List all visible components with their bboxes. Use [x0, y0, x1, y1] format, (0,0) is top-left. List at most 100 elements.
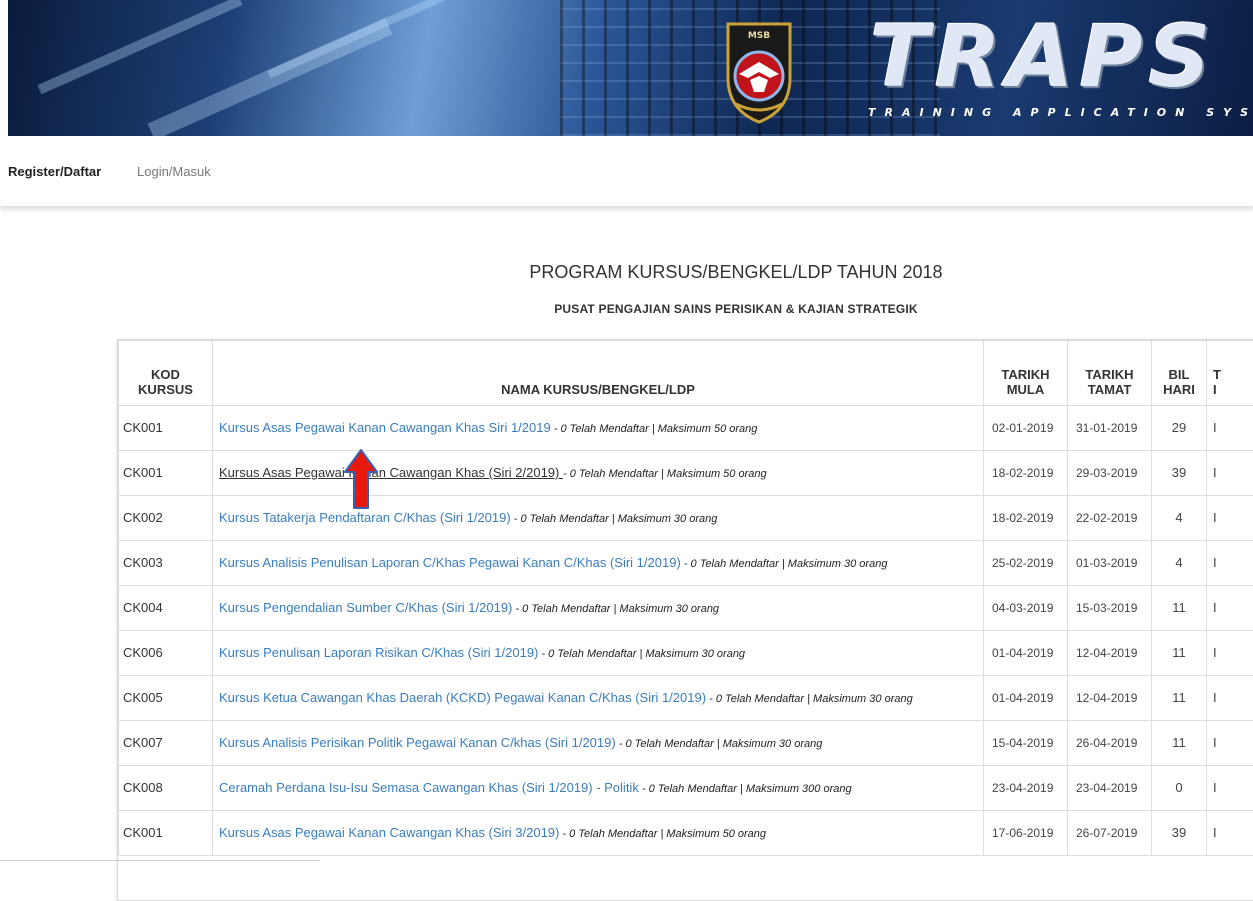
emblem-text: MSB: [748, 31, 770, 41]
course-registration-info: - 0 Telah Mendaftar | Maksimum 300 orang: [639, 783, 852, 795]
end-date: 15-03-2019: [1068, 586, 1152, 631]
course-name-cell: Kursus Asas Pegawai Kanan Cawangan Khas …: [213, 406, 984, 451]
end-date: 22-02-2019: [1068, 496, 1152, 541]
truncated-cell: I: [1207, 586, 1253, 631]
course-name-cell: Kursus Analisis Penulisan Laporan C/Khas…: [213, 541, 984, 586]
course-link[interactable]: Kursus Asas Pegawai Kanan Cawangan Khas …: [219, 420, 551, 435]
course-code: CK006: [119, 631, 213, 676]
course-name-cell: Ceramah Perdana Isu-Isu Semasa Cawangan …: [213, 766, 984, 811]
table-row: CK001Kursus Asas Pegawai Kanan Cawangan …: [119, 406, 1253, 451]
table-row: CK007Kursus Analisis Perisikan Politik P…: [119, 721, 1253, 766]
header-nama-kursus: NAMA KURSUS/BENGKEL/LDP: [213, 341, 984, 406]
table-row: CK005Kursus Ketua Cawangan Khas Daerah (…: [119, 676, 1253, 721]
table-row: CK001 Kursus Asas Pegawai Kanan Cawangan …: [119, 811, 1253, 856]
truncated-cell: I: [1207, 721, 1253, 766]
header-truncated: TI: [1207, 341, 1253, 406]
course-table-container: KODKURSUS NAMA KURSUS/BENGKEL/LDP TARIKH…: [117, 339, 1253, 901]
page-title: PROGRAM KURSUS/BENGKEL/LDP TAHUN 2018: [0, 262, 1253, 283]
day-count: 4: [1152, 496, 1207, 541]
start-date: 25-02-2019: [984, 541, 1068, 586]
start-date: 01-04-2019: [984, 676, 1068, 721]
course-link[interactable]: Ceramah Perdana Isu-Isu Semasa Cawangan …: [219, 780, 639, 795]
day-count: 11: [1152, 676, 1207, 721]
end-date: 12-04-2019: [1068, 676, 1152, 721]
table-row: CK004 Kursus Pengendalian Sumber C/Khas (…: [119, 586, 1253, 631]
table-row: CK008Ceramah Perdana Isu-Isu Semasa Cawa…: [119, 766, 1253, 811]
day-count: 11: [1152, 721, 1207, 766]
course-link[interactable]: Kursus Penulisan Laporan Risikan C/Khas …: [219, 645, 538, 660]
course-registration-info: - 0 Telah Mendaftar | Maksimum 30 orang: [681, 558, 888, 570]
end-date: 12-04-2019: [1068, 631, 1152, 676]
table-header-row: KODKURSUS NAMA KURSUS/BENGKEL/LDP TARIKH…: [119, 341, 1253, 406]
course-code: CK001: [119, 811, 213, 856]
course-link[interactable]: Kursus Ketua Cawangan Khas Daerah (KCKD)…: [219, 690, 706, 705]
msb-emblem-logo: MSB: [722, 18, 796, 126]
red-arrow-annotation: [343, 448, 379, 510]
truncated-cell: I: [1207, 766, 1253, 811]
course-link[interactable]: Kursus Analisis Perisikan Politik Pegawa…: [219, 735, 616, 750]
course-name-cell: Kursus Asas Pegawai Kanan Cawangan Khas …: [213, 451, 984, 496]
header-tarikh-mula: TARIKHMULA: [984, 341, 1068, 406]
course-registration-info: - 0 Telah Mendaftar | Maksimum 30 orang: [706, 693, 913, 705]
day-count: 4: [1152, 541, 1207, 586]
top-nav: Register/Daftar Login/Masuk: [0, 136, 1253, 207]
course-registration-info: - 0 Telah Mendaftar | Maksimum 30 orang: [512, 603, 719, 615]
start-date: 15-04-2019: [984, 721, 1068, 766]
header-tarikh-tamat: TARIKHTAMAT: [1068, 341, 1152, 406]
header-banner: MSB TRAPS TRAINING APPLICATION SYS: [0, 0, 1253, 136]
course-name-cell: Kursus Penulisan Laporan Risikan C/Khas …: [213, 631, 984, 676]
course-code: CK004: [119, 586, 213, 631]
start-date: 23-04-2019: [984, 766, 1068, 811]
header-kod-kursus: KODKURSUS: [119, 341, 213, 406]
start-date: 02-01-2019: [984, 406, 1068, 451]
course-link[interactable]: Kursus Asas Pegawai Kanan Cawangan Khas …: [219, 825, 559, 840]
course-registration-info: - 0 Telah Mendaftar | Maksimum 30 orang: [538, 648, 745, 660]
course-code: CK002: [119, 496, 213, 541]
course-code: CK003: [119, 541, 213, 586]
course-name-cell: Kursus Ketua Cawangan Khas Daerah (KCKD)…: [213, 676, 984, 721]
table-row: CK001 Kursus Asas Pegawai Kanan Cawangan …: [119, 451, 1253, 496]
course-table: KODKURSUS NAMA KURSUS/BENGKEL/LDP TARIKH…: [118, 340, 1253, 856]
page-subtitle: PUSAT PENGAJIAN SAINS PERISIKAN & KAJIAN…: [0, 302, 1253, 316]
truncated-cell: I: [1207, 631, 1253, 676]
table-row: CK002 Kursus Tatakerja Pendaftaran C/Khas…: [119, 496, 1253, 541]
end-date: 23-04-2019: [1068, 766, 1152, 811]
end-date: 26-07-2019: [1068, 811, 1152, 856]
register-link[interactable]: Register/Daftar: [8, 164, 101, 179]
course-link[interactable]: Kursus Tatakerja Pendaftaran C/Khas (Sir…: [219, 510, 511, 525]
banner-edge: [0, 0, 8, 136]
truncated-cell: I: [1207, 541, 1253, 586]
end-date: 31-01-2019: [1068, 406, 1152, 451]
course-name-cell: Kursus Analisis Perisikan Politik Pegawa…: [213, 721, 984, 766]
table-row: CK006 Kursus Penulisan Laporan Risikan C/…: [119, 631, 1253, 676]
day-count: 11: [1152, 631, 1207, 676]
course-link[interactable]: Kursus Analisis Penulisan Laporan C/Khas…: [219, 555, 681, 570]
truncated-cell: I: [1207, 676, 1253, 721]
course-registration-info: - 0 Telah Mendaftar | Maksimum 50 orang: [559, 828, 766, 840]
course-link[interactable]: Kursus Asas Pegawai Kanan Cawangan Khas …: [219, 465, 563, 480]
day-count: 29: [1152, 406, 1207, 451]
course-registration-info: - 0 Telah Mendaftar | Maksimum 50 orang: [563, 468, 767, 480]
overlay-edge-line: [0, 860, 320, 861]
course-name-cell: Kursus Asas Pegawai Kanan Cawangan Khas …: [213, 811, 984, 856]
login-link[interactable]: Login/Masuk: [137, 164, 211, 179]
traps-logo-text: TRAPS: [870, 14, 1216, 100]
end-date: 26-04-2019: [1068, 721, 1152, 766]
course-name-cell: Kursus Tatakerja Pendaftaran C/Khas (Sir…: [213, 496, 984, 541]
day-count: 39: [1152, 451, 1207, 496]
start-date: 18-02-2019: [984, 451, 1068, 496]
day-count: 11: [1152, 586, 1207, 631]
start-date: 01-04-2019: [984, 631, 1068, 676]
end-date: 01-03-2019: [1068, 541, 1152, 586]
end-date: 29-03-2019: [1068, 451, 1152, 496]
truncated-cell: I: [1207, 811, 1253, 856]
start-date: 17-06-2019: [984, 811, 1068, 856]
truncated-cell: I: [1207, 406, 1253, 451]
day-count: 39: [1152, 811, 1207, 856]
course-link[interactable]: Kursus Pengendalian Sumber C/Khas (Siri …: [219, 600, 512, 615]
course-code: CK001: [119, 451, 213, 496]
course-name-cell: Kursus Pengendalian Sumber C/Khas (Siri …: [213, 586, 984, 631]
truncated-cell: I: [1207, 451, 1253, 496]
start-date: 18-02-2019: [984, 496, 1068, 541]
header-bil-hari: BILHARI: [1152, 341, 1207, 406]
